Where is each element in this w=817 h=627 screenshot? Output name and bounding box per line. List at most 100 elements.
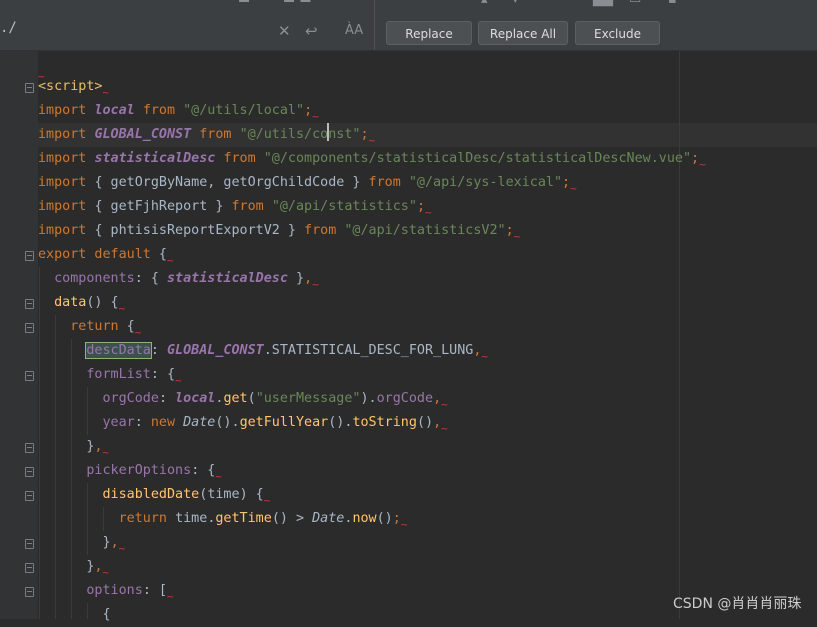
toolbar-icon-stub: ▟▙: [593, 0, 613, 7]
error-tilde: ~: [400, 518, 408, 531]
keyword: from: [199, 127, 232, 142]
error-tilde: ~: [118, 302, 126, 315]
keyword: import: [38, 175, 87, 190]
keyword: from: [142, 103, 176, 118]
error-tilde: ~: [425, 206, 432, 219]
current-line-highlight-right: [680, 123, 817, 147]
error-tilde: ~: [570, 182, 577, 195]
function-name: now: [352, 511, 377, 526]
exclude-button[interactable]: Exclude: [575, 21, 660, 45]
error-tilde: ~: [441, 422, 448, 435]
keyword: from: [304, 223, 337, 238]
fold-marker[interactable]: [25, 251, 34, 261]
error-tilde: ~: [167, 254, 174, 267]
function-name: data: [54, 295, 87, 310]
property-highlighted: descData: [85, 342, 152, 359]
function-name: toString: [352, 415, 417, 430]
code-line: <script>~: [38, 75, 109, 99]
code-line: },~: [38, 535, 126, 555]
fold-marker[interactable]: [25, 83, 34, 93]
code-line: descData: GLOBAL_CONST.STATISTICAL_DESC_…: [85, 342, 489, 363]
code-line: components: { statisticalDesc },~: [54, 271, 319, 291]
fold-marker[interactable]: [25, 467, 34, 477]
code-line: return time.getTime() > Date.now();~: [118, 511, 408, 531]
property: orgCode: [102, 391, 159, 406]
property: formList: [86, 367, 151, 382]
error-tilde: ~: [312, 110, 319, 123]
class-name: Date: [312, 511, 345, 526]
keyword: return: [70, 319, 119, 334]
identifier: local: [175, 391, 216, 406]
toolbar-divider: [374, 0, 375, 50]
keyword: from: [368, 175, 401, 190]
fold-marker[interactable]: [25, 443, 34, 453]
code-line: options: [~: [86, 583, 174, 603]
code-line: export default {~: [38, 247, 174, 267]
fold-marker[interactable]: [25, 491, 34, 501]
toolbar-top-strip: ▬ ▬ ▬ ▴ ▾ ▟▙ ▭ ▪: [0, 0, 817, 8]
keyword: import: [38, 127, 87, 142]
keyword: return: [118, 511, 167, 526]
replace-field[interactable]: ./ ✕ ↩ ÀA: [0, 12, 374, 50]
code-editor[interactable]: ~ <script>~ import local from "@/utils/l…: [0, 51, 817, 622]
toolbar-icon-stub: ▭: [629, 0, 641, 7]
constant: GLOBAL_CONST: [167, 343, 264, 358]
error-tilde: ~: [513, 230, 521, 243]
string-literal: nst": [328, 127, 361, 142]
code-line: formList: {~: [86, 367, 182, 387]
keyword: import: [38, 103, 87, 118]
identifier: time: [175, 511, 208, 526]
keyword: import: [38, 151, 87, 166]
property: pickerOptions: [86, 463, 192, 478]
fold-marker[interactable]: [25, 563, 34, 573]
replace-button[interactable]: Replace: [386, 21, 472, 45]
code-line: {: [38, 607, 111, 622]
fold-marker[interactable]: [25, 587, 34, 597]
error-tilde: ~: [175, 374, 182, 387]
property: orgCode: [376, 391, 434, 406]
newline-icon[interactable]: ↩: [305, 22, 318, 40]
code-line: pickerOptions: {~: [86, 463, 222, 483]
function-name: get: [223, 391, 248, 406]
keyword: export default: [38, 247, 151, 262]
error-tilde: ~: [368, 134, 376, 147]
code-line: import local from "@/utils/local";~: [38, 103, 319, 123]
code-line: },~: [38, 439, 110, 459]
keyword: from: [231, 199, 264, 214]
replace-all-button[interactable]: Replace All: [478, 21, 568, 45]
editor-gutter: [0, 51, 38, 619]
keyword: new: [150, 415, 176, 430]
fold-marker[interactable]: [25, 299, 34, 309]
toolbar-icon-stub: ▴: [481, 0, 488, 7]
fold-marker[interactable]: [25, 323, 34, 333]
string-literal: "@/api/statistics": [271, 199, 417, 214]
error-tilde: ~: [134, 326, 142, 339]
replace-input-text[interactable]: ./: [0, 20, 17, 36]
error-tilde: ~: [699, 158, 706, 171]
string-literal: "userMessage": [255, 391, 361, 406]
fold-marker[interactable]: [25, 371, 34, 381]
code-line: return {~: [70, 319, 142, 339]
watermark: CSDN @肖肖肖丽珠: [673, 596, 802, 612]
function-name: getTime: [215, 511, 272, 526]
code-line: orgCode: local.get("userMessage").orgCod…: [102, 391, 448, 411]
identifier: local: [94, 103, 135, 118]
error-tilde: ~: [215, 470, 222, 483]
keyword: import: [38, 199, 87, 214]
right-margin-guide: [679, 51, 680, 619]
identifier: GLOBAL_CONST: [94, 127, 192, 142]
error-tilde: ~: [118, 542, 126, 555]
fold-marker[interactable]: [25, 539, 34, 549]
code-line: year: new Date().getFullYear().toString(…: [102, 415, 448, 435]
code-line: import { getOrgByName, getOrgChildCode }…: [38, 175, 577, 195]
error-tilde: ~: [312, 278, 319, 291]
property: components: [54, 271, 135, 286]
error-tilde: ~: [441, 398, 448, 411]
member-access: .STATISTICAL_DESC_FOR_LUNG: [263, 343, 474, 358]
close-icon[interactable]: ✕: [278, 22, 291, 40]
error-tilde: ~: [102, 446, 110, 459]
identifier: statisticalDesc: [167, 271, 288, 286]
match-case-icon[interactable]: ÀA: [345, 22, 363, 40]
keyword: from: [223, 151, 256, 166]
import-list: { getFjhReport }: [94, 199, 224, 214]
